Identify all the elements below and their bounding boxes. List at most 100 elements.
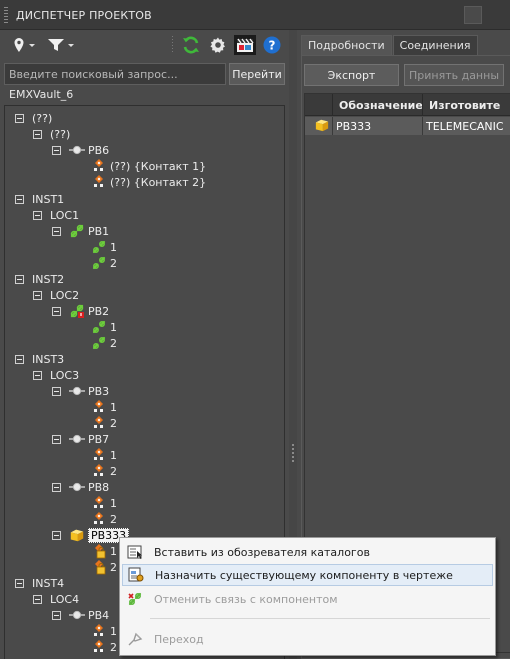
help-button[interactable]: ?	[262, 34, 282, 56]
tree-node-loc3[interactable]: LOC3	[33, 367, 79, 383]
grid-row[interactable]: PB333 TELEMECANIC	[305, 117, 510, 135]
collapse-toggle-icon[interactable]	[15, 354, 24, 364]
tree-node-pb1-contact-2[interactable]: 2	[91, 255, 117, 271]
panel-title: ДИСПЕТЧЕР ПРОЕКТОВ	[16, 9, 152, 22]
go-button[interactable]: Перейти	[229, 63, 285, 85]
tree-node-loc1[interactable]: LOC1	[33, 207, 79, 223]
menu-item-insert-from-catalog[interactable]: Вставить из обозревателя каталогов	[122, 541, 493, 563]
tree-node-pb333-contact-2[interactable]: 2	[91, 559, 117, 575]
tree-node-pb3-contact-1[interactable]: 1	[91, 399, 117, 415]
search-input[interactable]	[4, 63, 226, 85]
menu-item-label: Переход	[154, 632, 204, 646]
contact-orange-icon	[91, 463, 107, 479]
collapse-toggle-icon[interactable]	[33, 210, 42, 220]
tree-node-pb8[interactable]: PB8	[52, 479, 109, 495]
grid-header-manufacturer[interactable]: Изготовите	[423, 94, 510, 116]
tree-node-label: 2	[110, 416, 117, 430]
context-menu: Вставить из обозревателя каталогов Назна…	[119, 537, 496, 656]
tree-node-pb3-contact-2[interactable]: 2	[91, 415, 117, 431]
grid-header-designation[interactable]: Обозначение	[333, 94, 423, 116]
tree-node-label: 2	[110, 512, 117, 526]
menu-item-go-to[interactable]: Переход	[122, 628, 493, 650]
linked-contact-icon	[91, 319, 107, 335]
collapse-toggle-icon[interactable]	[33, 594, 42, 604]
tree-node-pb8-contact-1[interactable]: 1	[91, 495, 117, 511]
tree-node-inst3[interactable]: INST3	[15, 351, 64, 367]
tree-node-label: 2	[110, 640, 117, 654]
tree-node-label: INST4	[32, 576, 65, 590]
tree-node-pb4-contact-1[interactable]: 1	[91, 623, 117, 639]
grid-header-icon-column	[305, 94, 333, 116]
settings-button[interactable]	[207, 34, 229, 56]
tab-details[interactable]: Подробности	[301, 35, 392, 56]
tree-node-loc2[interactable]: LOC2	[33, 287, 79, 303]
tree-node-label: LOC4	[50, 592, 80, 606]
tree-node-pb4[interactable]: PB4	[52, 607, 109, 623]
unlinked-component-icon	[69, 431, 85, 447]
collapse-toggle-icon[interactable]	[33, 129, 42, 139]
collapse-toggle-icon[interactable]	[33, 370, 42, 380]
tree-node-pb7-contact-1[interactable]: 1	[91, 447, 117, 463]
collapse-toggle-icon[interactable]	[52, 610, 61, 620]
tree-node-pb1[interactable]: PB1	[52, 223, 109, 239]
tree-node-label: PB4	[88, 608, 110, 622]
tree-node-pb7[interactable]: PB7	[52, 431, 109, 447]
collapse-toggle-icon[interactable]	[52, 226, 61, 236]
go-to-icon	[124, 628, 146, 650]
tree-toolbar: ?	[0, 30, 289, 60]
tree-node-pb8-contact-2[interactable]: 2	[91, 511, 117, 527]
tree-node-pb6[interactable]: PB6	[52, 142, 109, 158]
collapse-toggle-icon[interactable]	[15, 274, 24, 284]
panel-control-button[interactable]	[464, 6, 482, 24]
tree-node-pb3[interactable]: PB3	[52, 383, 109, 399]
catalog-browser-icon	[124, 541, 146, 563]
tree-node-inst2[interactable]: INST2	[15, 271, 64, 287]
tree-node-inst1[interactable]: INST1	[15, 191, 64, 207]
grid-header: Обозначение Изготовите	[305, 94, 510, 116]
clapperboard-button[interactable]	[233, 34, 257, 56]
unlinked-component-icon	[69, 142, 85, 158]
tree-node-pb2-contact-1[interactable]: 1	[91, 319, 117, 335]
accept-data-button[interactable]: Принять данны	[404, 64, 504, 86]
tree-node-pb333-contact-1[interactable]: 1	[91, 543, 117, 559]
tree-node-inst4[interactable]: INST4	[15, 575, 64, 591]
collapse-toggle-icon[interactable]	[52, 306, 61, 316]
grid-cell-icon	[305, 117, 333, 135]
grip-handle[interactable]	[4, 7, 8, 23]
filter-button[interactable]	[46, 34, 76, 56]
tree-node-pb7-contact-2[interactable]: 2	[91, 463, 117, 479]
tab-connections[interactable]: Соединения	[392, 35, 478, 56]
tree-node-loc4[interactable]: LOC4	[33, 591, 79, 607]
tree-node-contact-2[interactable]: (??) {Контакт 2}	[91, 174, 206, 190]
tree-node-pb2-contact-2[interactable]: 2	[91, 335, 117, 351]
tree-node-unknown-location[interactable]: (??)	[33, 126, 70, 142]
tree-node-pb2[interactable]: PB2	[52, 303, 109, 319]
tree-node-pb333[interactable]: PB333	[52, 527, 130, 543]
tree-node-label: 1	[110, 624, 117, 638]
collapse-toggle-icon[interactable]	[15, 194, 24, 204]
tree-node-label: 1	[110, 496, 117, 510]
contact-orange-icon	[91, 495, 107, 511]
contact-orange-icon	[91, 158, 107, 174]
refresh-button[interactable]	[180, 34, 202, 56]
tree-node-pb1-contact-1[interactable]: 1	[91, 239, 117, 255]
collapse-toggle-icon[interactable]	[52, 386, 61, 396]
grid-cell-manufacturer: TELEMECANIC	[426, 119, 504, 133]
collapse-toggle-icon[interactable]	[33, 290, 42, 300]
collapse-toggle-icon[interactable]	[52, 482, 61, 492]
tree-node-label: INST2	[32, 272, 65, 286]
collapse-toggle-icon[interactable]	[52, 145, 61, 155]
menu-item-assign-existing-component[interactable]: Назначить существующему компоненту в чер…	[122, 564, 493, 586]
tree-node-pb4-contact-2[interactable]: 2	[91, 639, 117, 655]
tree-node-contact-1[interactable]: (??) {Контакт 1}	[91, 158, 206, 174]
location-button[interactable]	[10, 34, 40, 56]
export-button[interactable]: Экспорт	[304, 64, 399, 86]
collapse-toggle-icon[interactable]	[52, 530, 61, 540]
menu-item-unlink-component[interactable]: Отменить связь с компонентом	[122, 588, 493, 610]
collapse-toggle-icon[interactable]	[15, 578, 24, 588]
collapse-toggle-icon[interactable]	[52, 434, 61, 444]
tree-node-unknown-root[interactable]: (??)	[15, 110, 52, 126]
tree-node-label: PB7	[88, 432, 110, 446]
menu-item-label: Назначить существующему компоненту в чер…	[155, 568, 453, 582]
collapse-toggle-icon[interactable]	[15, 113, 24, 123]
